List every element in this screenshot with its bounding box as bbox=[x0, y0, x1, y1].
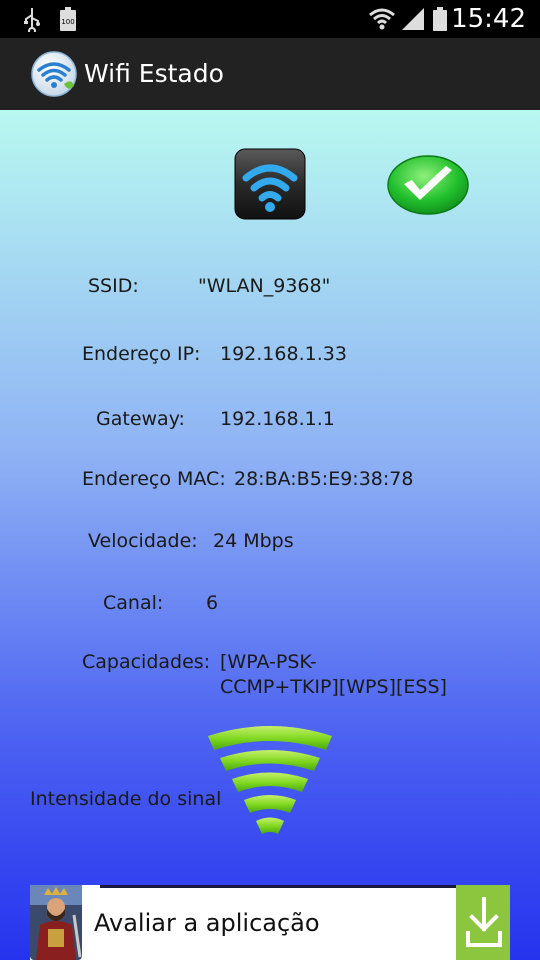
usb-icon bbox=[24, 8, 40, 32]
battery-icon bbox=[433, 7, 447, 31]
capabilities-value-line1: [WPA-PSK- bbox=[220, 651, 317, 673]
clock: 15:42 bbox=[451, 4, 526, 34]
gateway-value: 192.168.1.1 bbox=[220, 408, 335, 430]
ip-label: Endereço IP: bbox=[82, 343, 201, 365]
capabilities-label: Capacidades: bbox=[82, 651, 211, 673]
ssid-label: SSID: bbox=[88, 275, 139, 297]
app-title: Wifi Estado bbox=[84, 59, 224, 88]
ad-text[interactable]: Avaliar a aplicação bbox=[94, 909, 320, 937]
ip-value: 192.168.1.33 bbox=[220, 343, 347, 365]
speed-label: Velocidade: bbox=[88, 530, 198, 552]
speed-value: 24 Mbps bbox=[213, 530, 294, 552]
signal-strength-icon bbox=[208, 726, 332, 834]
ad-banner[interactable]: Avaliar a aplicação bbox=[30, 885, 510, 960]
game-character-icon[interactable] bbox=[30, 885, 82, 960]
wifi-tile-icon bbox=[234, 148, 306, 220]
signal-icon bbox=[402, 8, 424, 30]
ssid-value: "WLAN_9368" bbox=[198, 275, 331, 297]
capabilities-value-line2: CCMP+TKIP][WPS][ESS] bbox=[220, 676, 447, 698]
gateway-label: Gateway: bbox=[96, 408, 185, 430]
green-check-icon bbox=[387, 155, 469, 215]
mac-value: 28:BA:B5:E9:38:78 bbox=[234, 468, 414, 490]
download-icon[interactable] bbox=[464, 895, 504, 949]
main-content: SSID: "WLAN_9368" Endereço IP: 192.168.1… bbox=[0, 110, 540, 960]
battery-level-label: 100 bbox=[61, 18, 74, 26]
mac-label: Endereço MAC: bbox=[82, 468, 226, 490]
channel-value: 6 bbox=[206, 592, 219, 614]
status-bar: 100 15:42 bbox=[0, 0, 540, 38]
signal-strength-label: Intensidade do sinal bbox=[30, 788, 222, 810]
wifi-icon bbox=[369, 8, 395, 30]
channel-label: Canal: bbox=[103, 592, 164, 614]
ad-top-border bbox=[100, 885, 460, 888]
battery-full-icon: 100 bbox=[60, 7, 76, 31]
action-bar: Wifi Estado bbox=[0, 38, 540, 112]
wifi-logo-icon[interactable] bbox=[30, 50, 78, 98]
ad-action-area[interactable] bbox=[456, 885, 510, 960]
